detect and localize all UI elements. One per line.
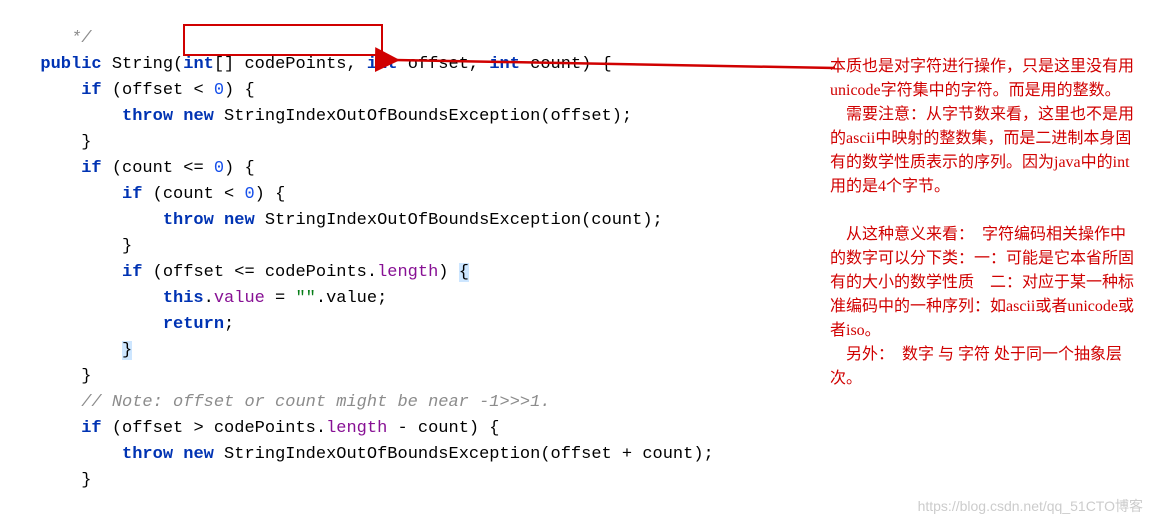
- code-line: // Note: offset or count might be near -…: [20, 393, 551, 412]
- code-line: if (count <= 0) {: [20, 159, 255, 178]
- code-line: if (count < 0) {: [20, 185, 285, 204]
- annotation-paragraph: 从这种意义来看： 字符编码相关操作中的数字可以分下类：一：可能是它本省所固有的大…: [830, 223, 1140, 343]
- code-line: if (offset <= codePoints.length) {: [20, 263, 469, 282]
- code-line: throw new StringIndexOutOfBoundsExceptio…: [20, 445, 714, 464]
- annotation-text: 本质也是对字符进行操作，只是这里没有用unicode字符集中的字符。而是用的整数…: [830, 55, 1140, 391]
- annotation-arrow-icon: [385, 38, 845, 78]
- code-line: if (offset > codePoints.length - count) …: [20, 419, 500, 438]
- annotation-box: [183, 24, 383, 56]
- code-line: }: [20, 341, 132, 360]
- code-line: this.value = "".value;: [20, 289, 387, 308]
- code-line: throw new StringIndexOutOfBoundsExceptio…: [20, 211, 663, 230]
- code-editor[interactable]: */ public String(int[] codePoints, int o…: [0, 0, 830, 520]
- annotation-paragraph: 需要注意：从字节数来看，这里也不是用的ascii中映射的整数集，而是二进制本身固…: [830, 103, 1140, 199]
- code-line: }: [20, 237, 132, 256]
- code-line: }: [20, 133, 91, 152]
- annotation-paragraph: 本质也是对字符进行操作，只是这里没有用unicode字符集中的字符。而是用的整数…: [830, 55, 1140, 103]
- code-line: }: [20, 367, 91, 386]
- annotation-paragraph: 另外： 数字 与 字符 处于同一个抽象层次。: [830, 343, 1140, 391]
- code-line: return;: [20, 315, 234, 334]
- code-line: if (offset < 0) {: [20, 81, 255, 100]
- code-line: }: [20, 471, 91, 490]
- code-line: throw new StringIndexOutOfBoundsExceptio…: [20, 107, 632, 126]
- code-comment: */: [20, 29, 91, 48]
- annotation-spacer: [830, 199, 1140, 223]
- watermark-text: https://blog.csdn.net/qq_51CTO博客: [918, 496, 1143, 516]
